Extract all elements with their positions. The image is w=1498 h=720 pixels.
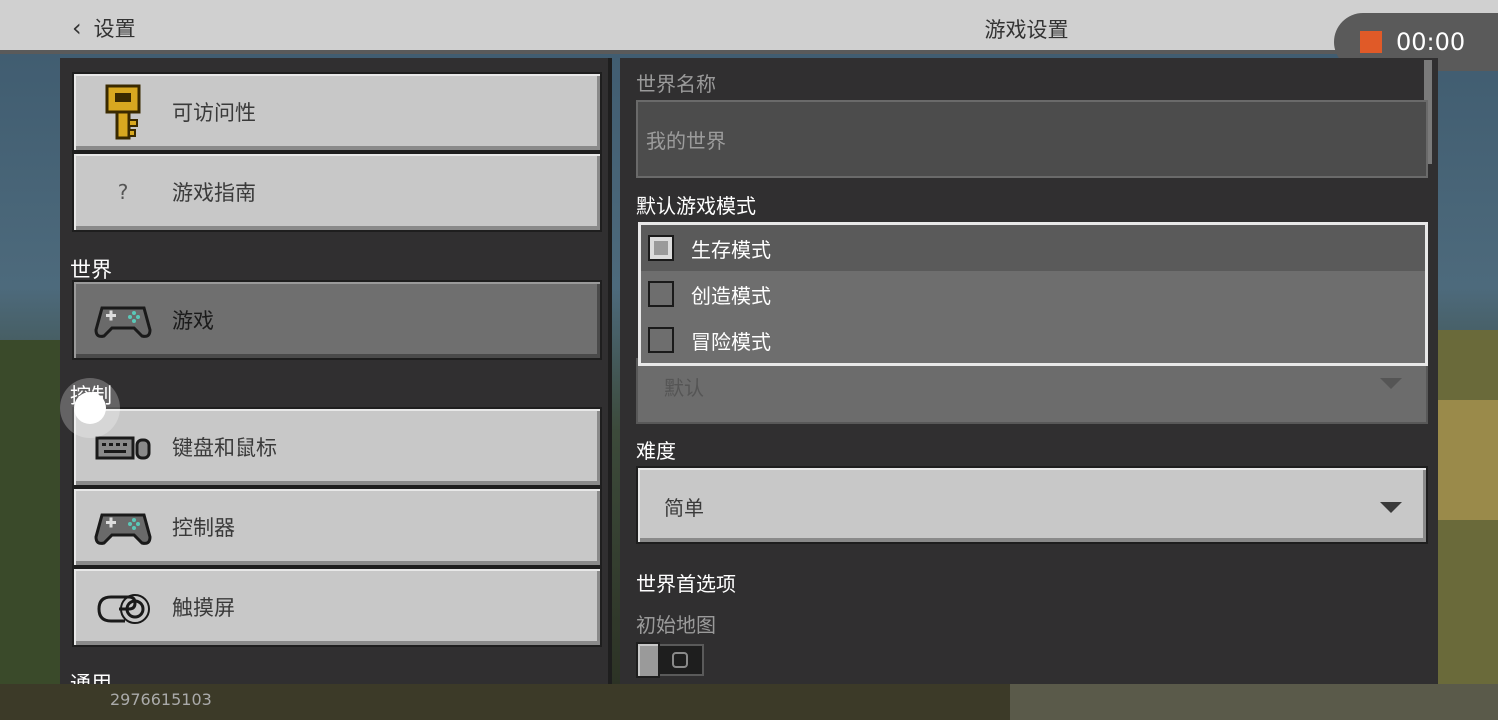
toggle-knob[interactable] [636, 642, 660, 678]
starting-map-toggle[interactable] [636, 642, 704, 678]
mode-option-label: 生存模式 [691, 237, 771, 262]
recording-time: 00:00 [1396, 28, 1466, 56]
sidebar-item-label: 控制器 [172, 516, 235, 540]
default-mode-dropdown[interactable]: 默认 [636, 358, 1428, 424]
difficulty-value: 简单 [664, 496, 704, 520]
sidebar-item-controller[interactable]: 控制器 [72, 487, 602, 567]
default-mode-label: 默认游戏模式 [636, 194, 756, 218]
stop-icon[interactable] [1360, 31, 1382, 53]
sidebar-item-touch[interactable]: 触摸屏 [72, 567, 602, 647]
page-title: 游戏设置 [984, 18, 1069, 42]
mode-option-label: 冒险模式 [691, 329, 771, 354]
checkbox-icon [648, 281, 674, 307]
sidebar-item-label: 游戏 [172, 309, 214, 333]
sidebar-item-keyboard-mouse[interactable]: 键盘和鼠标 [72, 407, 602, 487]
touch-hand-icon [74, 569, 172, 645]
sidebar-item-how-to-play[interactable]: ? 游戏指南 [72, 152, 602, 232]
world-name-value: 我的世界 [646, 128, 726, 153]
chevron-down-icon [1380, 502, 1402, 513]
gamepad-icon [74, 282, 172, 358]
world-preferences-label: 世界首选项 [636, 572, 736, 596]
sidebar-item-label: 触摸屏 [172, 596, 235, 620]
mode-option-adventure[interactable]: 冒险模式 [641, 317, 1425, 363]
settings-sidebar: 可访问性 ? 游戏指南 世界 游戏 控制 [60, 58, 612, 684]
question-icon: ? [117, 180, 129, 204]
sidebar-item-accessibility[interactable]: 可访问性 [72, 72, 602, 152]
toggle-off-icon [672, 652, 688, 668]
starting-map-label: 初始地图 [636, 613, 716, 637]
key-icon [74, 74, 172, 150]
default-mode-value: 默认 [664, 376, 704, 400]
gamepad-icon [74, 489, 172, 565]
sidebar-item-label: 游戏指南 [172, 181, 256, 205]
default-mode-menu: 生存模式 创造模式 冒险模式 [638, 222, 1428, 366]
user-id: 2976615103 [110, 690, 212, 709]
chevron-down-icon [1380, 378, 1402, 389]
mode-option-label: 创造模式 [691, 283, 771, 308]
checkbox-icon [648, 235, 674, 261]
mode-option-creative[interactable]: 创造模式 [641, 271, 1425, 317]
touch-indicator [60, 378, 120, 438]
checkbox-icon [648, 327, 674, 353]
difficulty-dropdown[interactable]: 简单 [636, 466, 1428, 544]
difficulty-label: 难度 [636, 439, 676, 463]
sidebar-item-game[interactable]: 游戏 [72, 280, 602, 360]
game-settings-panel: 世界名称 我的世界 默认游戏模式 默认 生存模式 创造模式 冒险模式 难度 简单… [620, 58, 1438, 684]
section-header-general: 通用 [70, 672, 112, 684]
mode-option-survival[interactable]: 生存模式 [641, 225, 1425, 271]
world-name-label: 世界名称 [636, 72, 716, 96]
world-name-field[interactable]: 我的世界 [636, 100, 1428, 178]
sidebar-item-label: 键盘和鼠标 [172, 436, 277, 460]
top-bar: ‹ 设置 游戏设置 [0, 0, 1498, 54]
sidebar-item-label: 可访问性 [172, 101, 256, 125]
